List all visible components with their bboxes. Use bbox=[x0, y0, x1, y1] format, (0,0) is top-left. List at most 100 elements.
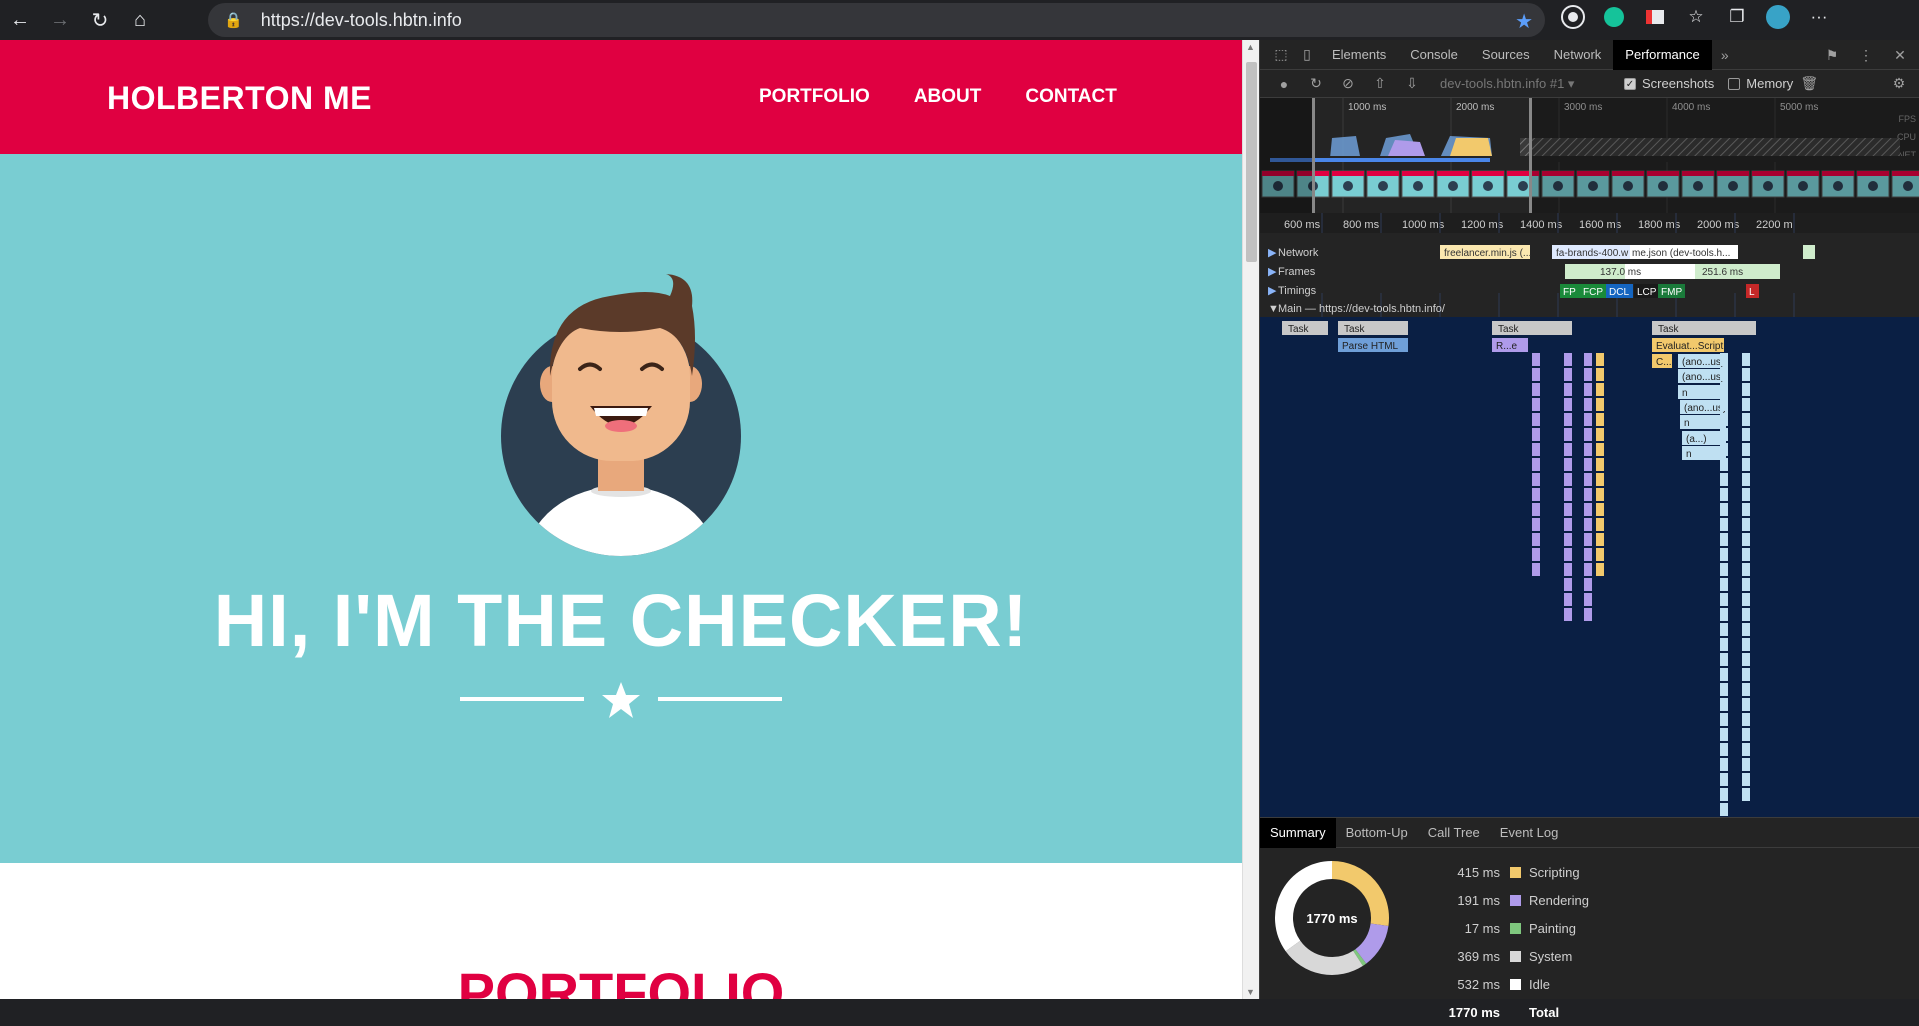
svg-text:▶: ▶ bbox=[1268, 285, 1277, 297]
tab-bottom-up[interactable]: Bottom-Up bbox=[1336, 818, 1418, 848]
overview-tick: 2000 ms bbox=[1456, 102, 1494, 113]
legend-name: Painting bbox=[1529, 920, 1576, 936]
screenshot-thumbnail[interactable] bbox=[1401, 170, 1435, 198]
ruler-tick: 2200 m bbox=[1756, 219, 1793, 231]
tab-console[interactable]: Console bbox=[1398, 40, 1470, 70]
home-icon[interactable]: ⌂ bbox=[120, 3, 160, 37]
devtools-menu-icon[interactable]: ⋮ bbox=[1853, 47, 1879, 64]
svg-text:▶: ▶ bbox=[1268, 266, 1277, 278]
frame-duration-2: 251.6 ms bbox=[1702, 267, 1743, 278]
back-icon[interactable]: ← bbox=[0, 3, 40, 37]
performance-timeline[interactable]: 1000 ms 2000 ms 3000 ms 4000 ms 5000 ms FPSC… bbox=[1260, 98, 1919, 817]
profile-select[interactable]: dev-tools.hbtn.info #1 ▾ bbox=[1440, 76, 1610, 92]
profile-avatar[interactable] bbox=[1765, 4, 1791, 30]
overview-tick: 1000 ms bbox=[1348, 102, 1386, 113]
extension-circle-icon[interactable] bbox=[1560, 4, 1586, 30]
timing-marker[interactable]: FCP bbox=[1583, 287, 1603, 298]
scroll-up-icon[interactable]: ▲ bbox=[1246, 42, 1255, 52]
collections-icon[interactable]: ❐ bbox=[1724, 4, 1750, 30]
network-track-label: Network bbox=[1278, 247, 1319, 259]
reload-icon[interactable]: ↻ bbox=[80, 3, 120, 37]
timing-marker[interactable]: FMP bbox=[1661, 287, 1682, 298]
nav-link-portfolio[interactable]: PORTFOLIO bbox=[759, 86, 870, 108]
legend-row: 17 ms Painting bbox=[1420, 914, 1589, 942]
flame-call[interactable]: R...e bbox=[1496, 341, 1518, 352]
device-toolbar-icon[interactable]: ▯ bbox=[1294, 46, 1320, 63]
flame-call[interactable]: C... bbox=[1656, 357, 1672, 368]
legend-swatch bbox=[1510, 894, 1521, 906]
more-tabs-icon[interactable]: » bbox=[1712, 47, 1738, 63]
legend-swatch bbox=[1510, 1007, 1521, 1018]
favorites-icon[interactable]: ☆ bbox=[1683, 4, 1709, 30]
clear-icon[interactable]: ⊘ bbox=[1332, 75, 1364, 92]
timing-marker[interactable]: L bbox=[1749, 287, 1755, 298]
legend-value: 415 ms bbox=[1457, 864, 1500, 880]
favorite-star-icon[interactable]: ★ bbox=[1515, 9, 1533, 34]
flame-call[interactable]: (ano...us) bbox=[1682, 372, 1724, 383]
flame-call[interactable]: Evaluat...Script bbox=[1656, 341, 1723, 352]
site-brand[interactable]: HOLBERTON ME bbox=[107, 80, 372, 117]
screenshot-thumbnail[interactable] bbox=[1331, 170, 1365, 198]
inspect-element-icon[interactable]: ⬚ bbox=[1268, 46, 1294, 63]
tab-performance[interactable]: Performance bbox=[1613, 39, 1712, 70]
nav-link-contact[interactable]: CONTACT bbox=[1025, 86, 1116, 108]
flame-task[interactable]: Task bbox=[1498, 324, 1520, 335]
trash-icon[interactable]: 🗑 bbox=[1793, 75, 1825, 92]
flame-call[interactable]: n bbox=[1682, 388, 1688, 399]
legend-swatch bbox=[1510, 866, 1521, 878]
download-icon[interactable]: ⇩ bbox=[1396, 75, 1428, 92]
flame-call[interactable]: n bbox=[1686, 449, 1692, 460]
ruler-tick: 800 ms bbox=[1343, 219, 1380, 231]
screenshot-thumbnail[interactable] bbox=[1471, 170, 1505, 198]
screenshot-thumbnail[interactable] bbox=[1366, 170, 1400, 198]
address-bar[interactable]: 🔒 https://dev-tools.hbtn.info ★ bbox=[208, 3, 1545, 37]
tab-summary[interactable]: Summary bbox=[1260, 817, 1336, 848]
devtools-panel: ⬚ ▯ Elements Console Sources Network Per… bbox=[1259, 39, 1919, 1020]
network-item-freelancer: freelancer.min.js (... bbox=[1444, 248, 1531, 259]
flame-call[interactable]: (ano...us) bbox=[1684, 403, 1726, 414]
settings-gear-icon[interactable]: ⚙ bbox=[1883, 75, 1915, 92]
hero-section: HI, I'M THE CHECKER! bbox=[0, 154, 1242, 863]
scroll-thumb[interactable] bbox=[1246, 62, 1257, 262]
flame-call[interactable]: (a...) bbox=[1686, 434, 1707, 445]
flame-task[interactable]: Task bbox=[1288, 324, 1310, 335]
timing-marker[interactable]: DCL bbox=[1609, 287, 1629, 298]
timing-marker[interactable]: LCP bbox=[1637, 287, 1657, 298]
legend-swatch bbox=[1510, 978, 1521, 990]
close-icon[interactable]: ✕ bbox=[1887, 47, 1913, 64]
record-icon[interactable]: ● bbox=[1268, 76, 1300, 92]
ruler-tick: 1400 ms bbox=[1520, 219, 1563, 231]
flame-call[interactable]: Parse HTML bbox=[1342, 341, 1399, 352]
more-menu-icon[interactable]: ··· bbox=[1806, 4, 1832, 30]
timing-marker[interactable]: FP bbox=[1563, 287, 1576, 298]
screenshots-checkbox[interactable]: ✓ Screenshots bbox=[1624, 76, 1714, 91]
flame-task[interactable]: Task bbox=[1658, 324, 1680, 335]
tab-call-tree[interactable]: Call Tree bbox=[1418, 818, 1490, 848]
tab-network[interactable]: Network bbox=[1542, 40, 1614, 70]
grammarly-icon[interactable] bbox=[1601, 4, 1627, 30]
tab-event-log[interactable]: Event Log bbox=[1490, 818, 1569, 848]
ruler-tick: 1000 ms bbox=[1402, 219, 1445, 231]
reload-record-icon[interactable]: ↻ bbox=[1300, 75, 1332, 92]
ruler-tick: 600 ms bbox=[1284, 219, 1321, 231]
memory-checkbox[interactable]: Memory bbox=[1728, 76, 1793, 91]
legend-value: 17 ms bbox=[1464, 920, 1500, 936]
flame-call[interactable]: n bbox=[1684, 418, 1690, 429]
forward-icon[interactable]: → bbox=[40, 3, 80, 37]
ruler-tick: 1200 ms bbox=[1461, 219, 1504, 231]
feedback-icon[interactable]: ⚑ bbox=[1819, 47, 1845, 64]
flame-call[interactable]: (ano...us) bbox=[1682, 357, 1724, 368]
flame-task[interactable]: Task bbox=[1344, 324, 1366, 335]
screenshot-thumbnail[interactable] bbox=[1436, 170, 1470, 198]
svg-text:▶: ▶ bbox=[1268, 247, 1277, 259]
tab-elements[interactable]: Elements bbox=[1320, 40, 1398, 70]
nav-link-about[interactable]: ABOUT bbox=[914, 86, 982, 108]
upload-icon[interactable]: ⇧ bbox=[1364, 75, 1396, 92]
extension-red-icon[interactable] bbox=[1642, 4, 1668, 30]
tab-sources[interactable]: Sources bbox=[1470, 40, 1542, 70]
legend-row: 369 ms System bbox=[1420, 942, 1589, 970]
legend-row: 415 ms Scripting bbox=[1420, 858, 1589, 886]
scroll-down-icon[interactable]: ▼ bbox=[1246, 987, 1255, 997]
page-scrollbar[interactable]: ▲ ▼ bbox=[1242, 40, 1259, 999]
timings-track-label: Timings bbox=[1278, 285, 1317, 297]
